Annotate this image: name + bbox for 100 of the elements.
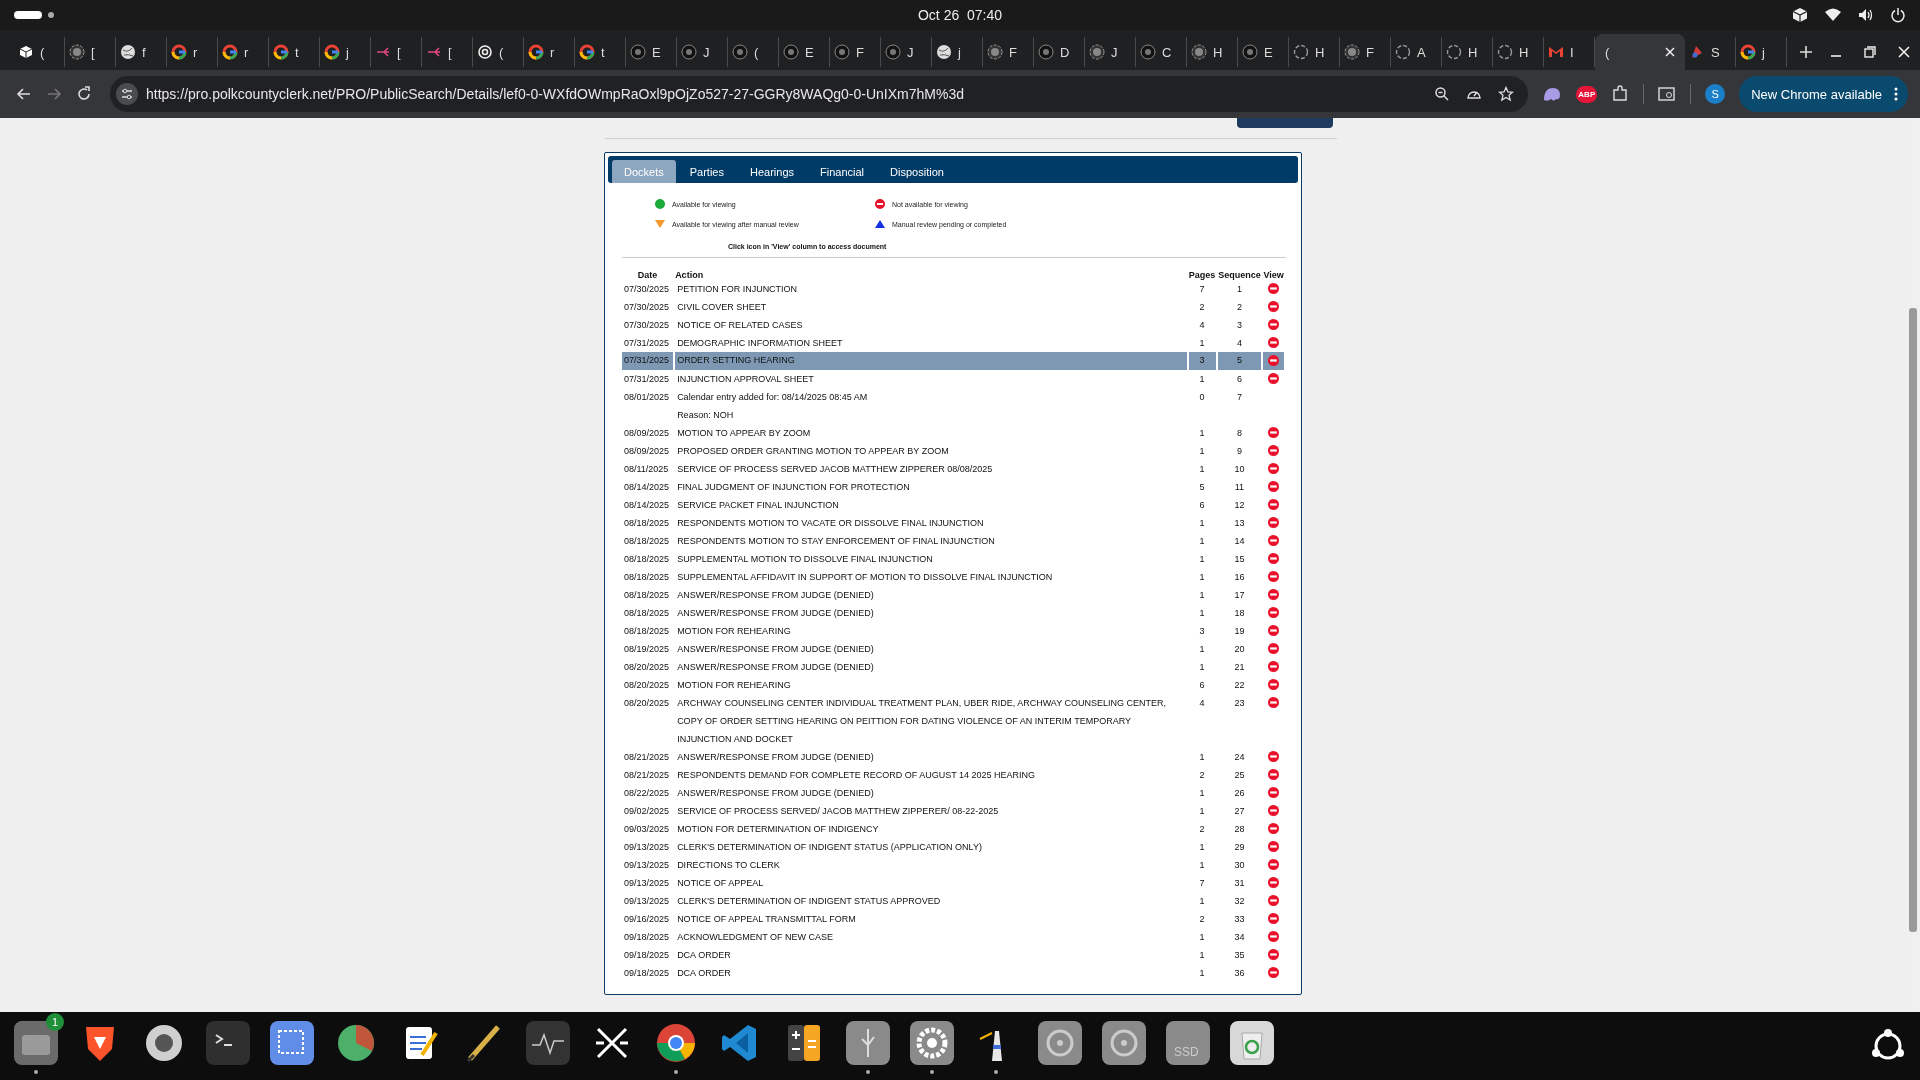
no-entry-icon[interactable] [1268, 967, 1280, 978]
docket-row[interactable]: 08/18/2025 RESPONDENTS MOTION TO STAY ENFORCEMENT OF FINAL INJUNCTION 1 14 [622, 532, 1284, 550]
wifi-icon[interactable] [1824, 8, 1842, 22]
no-entry-icon[interactable] [1268, 625, 1280, 636]
docket-row[interactable]: 08/01/2025 Calendar entry added for: 08/14/2025 08:45 AM Reason: NOH 0 7 [622, 388, 1284, 424]
docket-row[interactable]: 08/21/2025 RESPONDENTS DEMAND FOR COMPLETE RECORD OF AUGUST 14 2025 HEARING 2 25 [622, 766, 1284, 784]
docket-row[interactable]: 08/18/2025 ANSWER/RESPONSE FROM JUDGE (DENIED) 1 18 [622, 604, 1284, 622]
docket-row[interactable]: 08/14/2025 SERVICE PACKET FINAL INJUNCTION 6 12 [622, 496, 1284, 514]
browser-tab[interactable]: F [830, 37, 881, 67]
no-entry-icon[interactable] [1268, 661, 1280, 672]
browser-tab[interactable]: H [1442, 37, 1493, 67]
power-icon[interactable] [1890, 7, 1906, 23]
reload-icon[interactable] [76, 86, 92, 102]
browser-tab[interactable]: ( [728, 37, 779, 67]
settings-icon[interactable] [908, 1018, 956, 1067]
docket-row[interactable]: 08/22/2025 ANSWER/RESPONSE FROM JUDGE (DENIED) 1 26 [622, 784, 1284, 802]
forward-icon[interactable] [46, 86, 62, 102]
no-entry-icon[interactable] [1268, 535, 1280, 546]
more-icon[interactable] [1894, 87, 1898, 101]
no-entry-icon[interactable] [1268, 499, 1280, 510]
browser-tab[interactable]: r [524, 37, 575, 67]
browser-tab[interactable]: E [779, 37, 830, 67]
ghost-icon[interactable] [1542, 86, 1563, 102]
folder-icon[interactable] [12, 1018, 60, 1067]
page-tab[interactable]: Financial [808, 160, 877, 183]
browser-tab[interactable]: t [575, 37, 626, 67]
no-entry-icon[interactable] [1268, 427, 1280, 438]
scrollbar-thumb[interactable] [1909, 308, 1917, 932]
browser-tab[interactable]: ( [1595, 34, 1685, 70]
no-entry-icon[interactable] [1268, 445, 1280, 456]
browser-tab[interactable]: E [1238, 37, 1289, 67]
no-entry-icon[interactable] [1268, 787, 1280, 798]
no-entry-icon[interactable] [1268, 481, 1280, 492]
docket-row[interactable]: 08/18/2025 RESPONDENTS MOTION TO VACATE OR DISSOLVE FINAL INJUNCTION 1 13 [622, 514, 1284, 532]
docket-row[interactable]: 08/21/2025 ANSWER/RESPONSE FROM JUDGE (DENIED) 1 24 [622, 748, 1284, 766]
no-entry-icon[interactable] [1268, 841, 1280, 852]
screenshot-icon[interactable] [268, 1018, 316, 1067]
browser-tab[interactable]: j [320, 37, 371, 67]
no-entry-icon[interactable] [1268, 643, 1280, 654]
no-entry-icon[interactable] [1268, 301, 1280, 312]
no-entry-icon[interactable] [1268, 319, 1280, 330]
docket-row[interactable]: 09/18/2025 ACKNOWLEDGMENT OF NEW CASE 1 34 [622, 928, 1284, 946]
docket-row[interactable]: 08/18/2025 MOTION FOR REHEARING 3 19 [622, 622, 1284, 640]
browser-tab[interactable]: D [1034, 37, 1085, 67]
no-entry-icon[interactable] [1268, 913, 1280, 924]
cube-icon[interactable] [1792, 7, 1808, 23]
docket-row[interactable]: 07/30/2025 NOTICE OF RELATED CASES 4 3 [622, 316, 1284, 334]
docket-row[interactable]: 08/18/2025 SUPPLEMENTAL MOTION TO DISSOLVE FINAL INJUNCTION 1 15 [622, 550, 1284, 568]
docket-row[interactable]: 08/11/2025 SERVICE OF PROCESS SERVED JACOB MATTHEW ZIPPERER 08/08/2025 1 10 [622, 460, 1284, 478]
no-entry-icon[interactable] [1268, 355, 1280, 366]
no-entry-icon[interactable] [1268, 283, 1280, 294]
volume-icon[interactable] [1858, 7, 1874, 23]
docket-row[interactable]: 08/18/2025 SUPPLEMENTAL AFFIDAVIT IN SUPPORT OF MOTION TO DISSOLVE FINAL INJUNCTION 1 16 [622, 568, 1284, 586]
address-bar[interactable]: https://pro.polkcountyclerk.net/PRO/PublicSearch/Details/lef0-0-WXfdOWmpRaOxl9pOjZo527-27-GGRy8WAQg0-0-UnIXm7hM%3d [110, 76, 1529, 112]
docket-row[interactable]: 08/19/2025 ANSWER/RESPONSE FROM JUDGE (DENIED) 1 20 [622, 640, 1284, 658]
browser-tab[interactable]: F [983, 37, 1034, 67]
no-entry-icon[interactable] [1268, 877, 1280, 888]
browser-tab[interactable]: H [1187, 37, 1238, 67]
docket-row[interactable]: 08/09/2025 MOTION TO APPEAR BY ZOOM 1 8 [622, 424, 1284, 442]
no-entry-icon[interactable] [1268, 571, 1280, 582]
browser-tab[interactable]: t [269, 37, 320, 67]
browser-tab[interactable]: H [1493, 37, 1544, 67]
browser-tab[interactable]: j [932, 37, 983, 67]
docket-row[interactable]: 09/18/2025 DCA ORDER 1 36 [622, 964, 1284, 982]
usb-icon[interactable] [844, 1018, 892, 1067]
page-tab[interactable]: Disposition [878, 160, 956, 183]
docket-row[interactable]: 09/13/2025 CLERK'S DETERMINATION OF INDIGENT STATUS APPROVED 1 32 [622, 892, 1284, 910]
page-tab[interactable]: Parties [677, 160, 736, 183]
clock[interactable]: Oct 26 07:40 [917, 7, 1003, 23]
docket-row[interactable]: 09/16/2025 NOTICE OF APPEAL TRANSMITTAL FORM 2 33 [622, 910, 1284, 928]
no-entry-icon[interactable] [1268, 805, 1280, 816]
browser-tab[interactable]: J [677, 37, 728, 67]
trash-icon[interactable] [1228, 1018, 1276, 1067]
docket-row[interactable]: 09/13/2025 NOTICE OF APPEAL 7 31 [622, 874, 1284, 892]
no-entry-icon[interactable] [1268, 769, 1280, 780]
no-entry-icon[interactable] [1268, 517, 1280, 528]
profile-avatar[interactable]: S [1705, 84, 1726, 104]
no-entry-icon[interactable] [1268, 589, 1280, 600]
close-icon[interactable] [1665, 47, 1675, 57]
docket-row[interactable]: 08/18/2025 ANSWER/RESPONSE FROM JUDGE (DENIED) 1 17 [622, 586, 1284, 604]
site-settings-icon[interactable] [116, 83, 138, 105]
browser-tab[interactable]: f [116, 37, 167, 67]
no-entry-icon[interactable] [1268, 895, 1280, 906]
docket-row[interactable]: 08/09/2025 PROPOSED ORDER GRANTING MOTION TO APPEAR BY ZOOM 1 9 [622, 442, 1284, 460]
browser-tab[interactable]: r [167, 37, 218, 67]
browser-tab[interactable]: [ [371, 37, 422, 67]
browser-tab[interactable]: A [1391, 37, 1442, 67]
new-tab-icon[interactable] [1799, 45, 1813, 59]
tab-search-icon[interactable] [1658, 86, 1677, 102]
extension-badge[interactable]: ABP [1576, 85, 1598, 103]
no-entry-icon[interactable] [1268, 607, 1280, 618]
close-icon[interactable] [1898, 46, 1910, 58]
docket-row[interactable]: 08/20/2025 MOTION FOR REHEARING 6 22 [622, 676, 1284, 694]
browser-tab[interactable]: J [1085, 37, 1136, 67]
waveform-icon[interactable] [524, 1018, 572, 1067]
no-entry-icon[interactable] [1268, 949, 1280, 960]
browser-tab[interactable]: C [1136, 37, 1187, 67]
restore-icon[interactable] [1864, 46, 1876, 58]
docket-row[interactable]: 09/13/2025 DIRECTIONS TO CLERK 1 30 [622, 856, 1284, 874]
docket-row[interactable]: 09/13/2025 CLERK'S DETERMINATION OF INDIGENT STATUS (APPLICATION ONLY) 1 29 [622, 838, 1284, 856]
